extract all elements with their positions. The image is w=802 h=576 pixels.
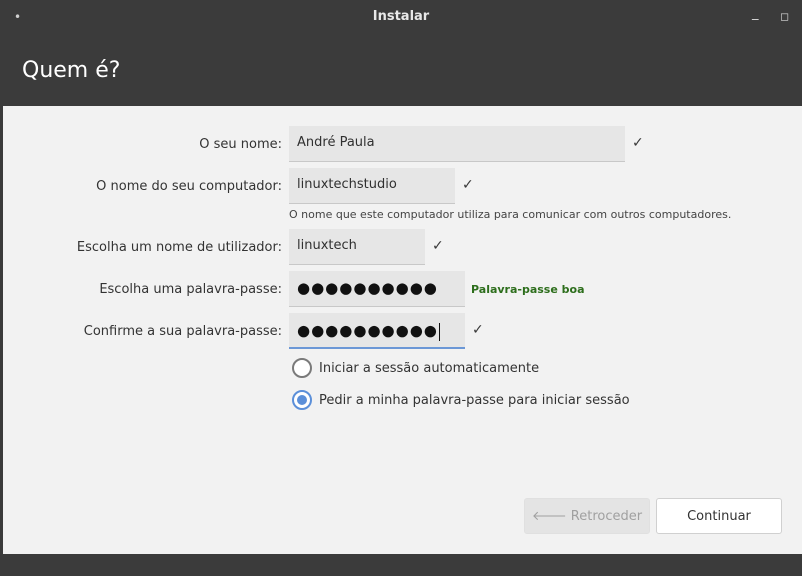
page-header: Quem é? <box>0 34 802 106</box>
arrow-left-icon: 🡐 <box>531 509 567 524</box>
computer-name-value: linuxtechstudio <box>297 177 397 192</box>
radio-checked-icon[interactable] <box>292 390 312 410</box>
continue-label: Continuar <box>687 508 751 524</box>
maximize-icon[interactable]: ◻ <box>780 10 789 23</box>
radio-auto-login[interactable]: Iniciar a sessão automaticamente <box>292 358 539 378</box>
page-title: Quem é? <box>22 58 121 83</box>
confirm-masked: ●●●●●●●●●● <box>297 321 438 340</box>
username-label: Escolha um nome de utilizador: <box>76 240 282 255</box>
name-check-icon: ✓ <box>632 135 644 151</box>
window-title: Instalar <box>372 9 430 24</box>
password-strength: Palavra-passe boa <box>471 283 585 296</box>
password-label: Escolha uma palavra-passe: <box>99 282 282 297</box>
auto-login-label: Iniciar a sessão automaticamente <box>319 360 540 376</box>
name-label: O seu nome: <box>199 137 282 152</box>
text-cursor <box>438 323 440 341</box>
require-password-label: Pedir a minha palavra-passe para iniciar… <box>319 392 630 408</box>
radio-require-password[interactable]: Pedir a minha palavra-passe para iniciar… <box>292 390 630 410</box>
name-value: André Paula <box>297 135 375 150</box>
minimize-icon[interactable]: _ <box>752 6 759 21</box>
back-button[interactable]: 🡐 Retroceder <box>524 498 650 534</box>
password-input[interactable]: ●●●●●●●●●● <box>289 271 465 307</box>
bottom-bar <box>0 554 802 576</box>
continue-button[interactable]: Continuar <box>656 498 782 534</box>
computer-hint: O nome que este computador utiliza para … <box>289 208 732 221</box>
confirm-password-input[interactable]: ●●●●●●●●●● <box>289 313 465 349</box>
radio-unchecked-icon[interactable] <box>292 358 312 378</box>
name-input[interactable]: André Paula <box>289 126 625 162</box>
user-form: O seu nome: André Paula ✓ O nome do seu … <box>0 106 802 554</box>
username-check-icon: ✓ <box>432 238 444 254</box>
computer-label: O nome do seu computador: <box>96 179 282 194</box>
username-input[interactable]: linuxtech <box>289 229 425 265</box>
title-bar: • Instalar _ ◻ <box>0 0 802 34</box>
confirm-label: Confirme a sua palavra-passe: <box>83 324 282 339</box>
computer-name-input[interactable]: linuxtechstudio <box>289 168 455 204</box>
username-value: linuxtech <box>297 238 357 253</box>
password-masked: ●●●●●●●●●● <box>297 279 438 297</box>
computer-check-icon: ✓ <box>462 177 474 193</box>
confirm-check-icon: ✓ <box>472 322 484 338</box>
back-label: Retroceder <box>570 508 643 524</box>
